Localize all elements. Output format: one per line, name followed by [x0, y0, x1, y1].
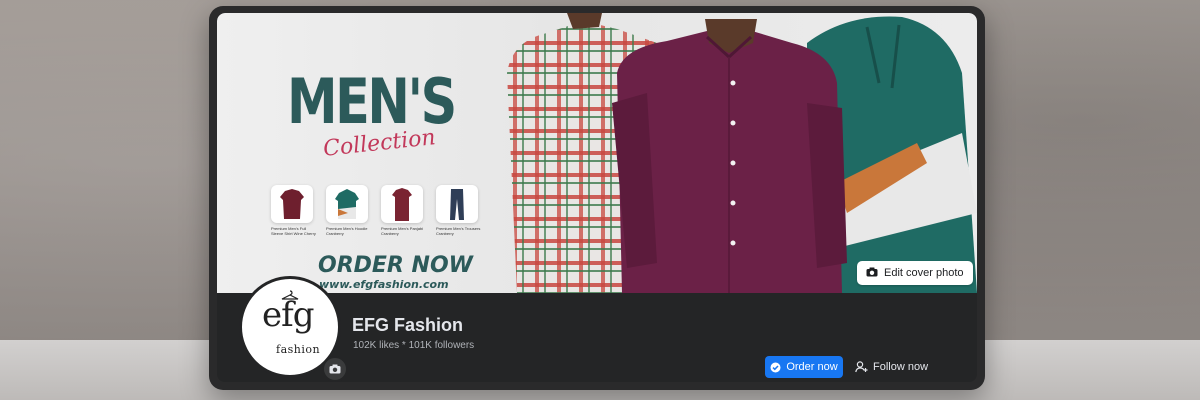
page-title: EFG Fashion	[352, 315, 464, 335]
camera-icon	[329, 364, 341, 374]
camera-icon	[866, 267, 878, 280]
follow-now-button[interactable]: Follow now	[855, 356, 928, 378]
product-image-hoodie	[326, 185, 368, 223]
product-item: Premium Men's Full Sleeve Shirt Wine Che…	[271, 185, 316, 236]
product-image-panjabi	[381, 185, 423, 223]
order-now-button[interactable]: Order now	[765, 356, 843, 378]
product-item: Premium Men's Panjabi Cranberry	[381, 185, 423, 236]
device-frame: MEN'S Collection Premium Men's Full Slee…	[209, 6, 985, 390]
cover-url: www.efgfashion.com	[319, 278, 449, 291]
person-add-icon	[855, 361, 868, 373]
edit-cover-photo-button[interactable]: Edit cover photo	[857, 261, 973, 285]
product-caption: Premium Men's Panjabi Cranberry	[381, 226, 424, 236]
product-caption: Premium Men's Hoodie Cranberry	[326, 226, 368, 236]
cover-photo: MEN'S Collection Premium Men's Full Slee…	[217, 13, 977, 293]
order-now-label: Order now	[786, 361, 838, 373]
product-caption: Premium Men's Trousers Cranberry	[436, 226, 481, 236]
logo-mark: efg	[262, 295, 314, 335]
cover-cta: ORDER NOW	[318, 253, 473, 278]
product-thumbnails: Premium Men's Full Sleeve Shirt Wine Che…	[271, 185, 480, 236]
cover-models-illustration	[507, 13, 977, 293]
product-image-shirt	[271, 185, 313, 223]
hanger-icon	[281, 290, 299, 300]
product-image-trousers	[436, 185, 478, 223]
product-caption: Premium Men's Full Sleeve Shirt Wine Che…	[271, 226, 316, 236]
edit-cover-label: Edit cover photo	[884, 267, 964, 279]
follow-now-label: Follow now	[873, 361, 929, 373]
product-item: Premium Men's Hoodie Cranberry	[326, 185, 368, 236]
logo-subtext: fashion	[276, 343, 321, 356]
product-item: Premium Men's Trousers Cranberry	[436, 185, 480, 236]
facebook-page-panel: MEN'S Collection Premium Men's Full Slee…	[217, 13, 977, 382]
page-stats: 102K likes * 101K followers	[353, 340, 475, 351]
avatar-camera-button[interactable]	[322, 356, 348, 382]
check-circle-icon	[770, 362, 781, 372]
